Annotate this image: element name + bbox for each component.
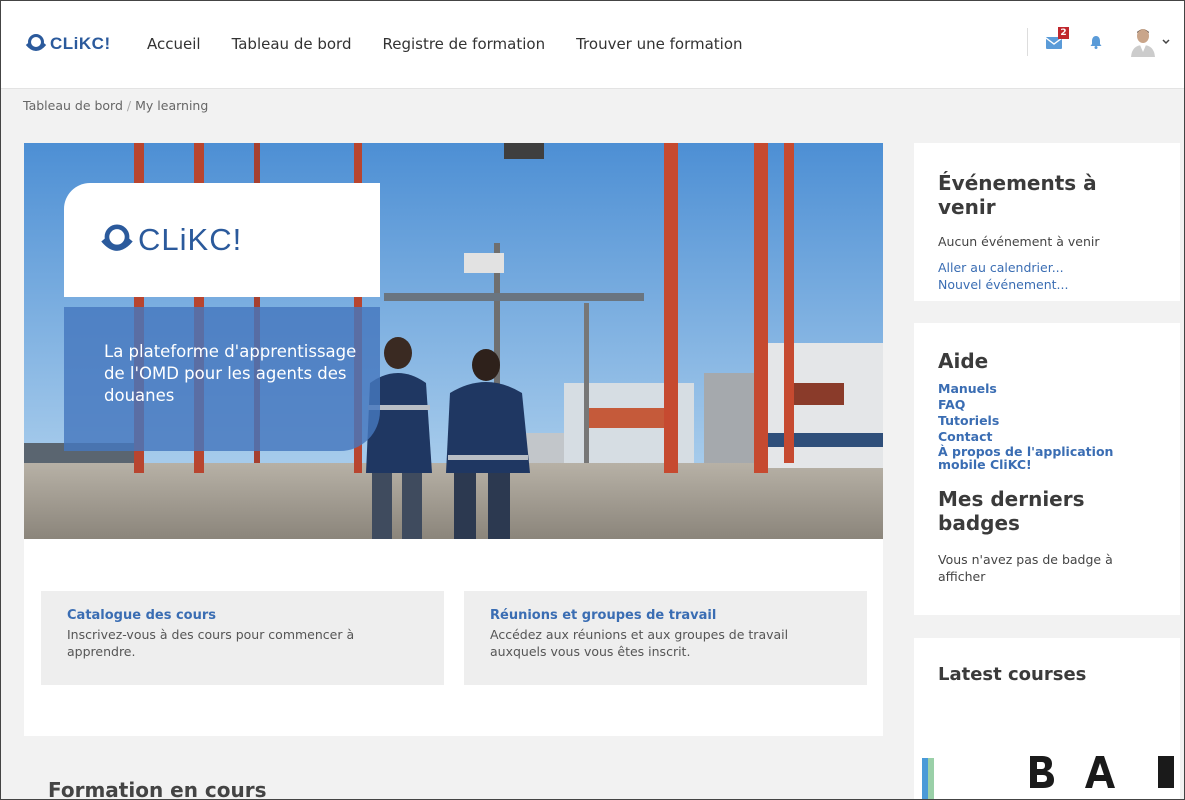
help-block: Aide Manuels FAQ Tutoriels Contact À pro… bbox=[914, 323, 1180, 615]
latest-course-thumbnail[interactable] bbox=[920, 738, 1174, 799]
help-link-manuals[interactable]: Manuels bbox=[938, 381, 1156, 397]
meetings-groups-title[interactable]: Réunions et groupes de travail bbox=[490, 608, 841, 623]
nav-divider bbox=[1027, 28, 1028, 56]
hero-logo-text: CLiKC! bbox=[138, 222, 243, 257]
hero-banner: CLiKC! La plateforme d'apprentissage de … bbox=[24, 143, 883, 539]
help-link-contact[interactable]: Contact bbox=[938, 429, 1156, 445]
course-catalog-card[interactable]: Catalogue des cours Inscrivez-vous à des… bbox=[41, 591, 444, 685]
nav-training-record[interactable]: Registre de formation bbox=[382, 35, 545, 53]
no-events-text: Aucun événement à venir bbox=[938, 234, 1100, 249]
avatar bbox=[1131, 29, 1155, 57]
nav-find-training[interactable]: Trouver une formation bbox=[576, 35, 742, 53]
help-link-tutorials[interactable]: Tutoriels bbox=[938, 413, 1156, 429]
meetings-groups-description: Accédez aux réunions et aux groupes de t… bbox=[490, 627, 789, 659]
user-menu[interactable] bbox=[1130, 27, 1170, 57]
course-thumbnail-image bbox=[920, 738, 1174, 799]
current-training-heading: Formation en cours bbox=[48, 778, 267, 800]
nav-actions: 2 bbox=[1027, 27, 1170, 57]
latest-badges-title: Mes derniers badges bbox=[938, 487, 1085, 535]
hero-tagline: La plateforme d'apprentissage de l'OMD p… bbox=[104, 342, 357, 405]
hero-tagline-panel: La plateforme d'apprentissage de l'OMD p… bbox=[64, 307, 380, 451]
nav-home[interactable]: Accueil bbox=[147, 35, 201, 53]
hero-logo-panel: CLiKC! bbox=[64, 183, 380, 297]
chevron-down-icon bbox=[1162, 39, 1170, 45]
messages-count-badge: 2 bbox=[1058, 27, 1069, 39]
top-navbar: CLiKC! Accueil Tableau de bord Registre … bbox=[1, 1, 1184, 89]
latest-courses-block: Latest courses bbox=[914, 638, 1180, 799]
main-content-card: CLiKC! La plateforme d'apprentissage de … bbox=[24, 143, 883, 736]
brand-logo[interactable]: CLiKC! bbox=[25, 31, 111, 57]
latest-courses-title: Latest courses bbox=[938, 664, 1087, 685]
page: CLiKC! Accueil Tableau de bord Registre … bbox=[0, 0, 1185, 800]
help-title: Aide bbox=[938, 349, 989, 373]
course-catalog-description: Inscrivez-vous à des cours pour commence… bbox=[67, 627, 355, 659]
no-badges-text: Vous n'avez pas de badge à afficher bbox=[938, 552, 1113, 584]
bell-icon bbox=[1090, 36, 1102, 49]
new-event-link[interactable]: Nouvel événement... bbox=[938, 276, 1156, 293]
meetings-groups-card[interactable]: Réunions et groupes de travail Accédez a… bbox=[464, 591, 867, 685]
breadcrumb: Tableau de bord / My learning bbox=[23, 98, 208, 113]
breadcrumb-current: My learning bbox=[135, 98, 209, 113]
help-link-mobile-app[interactable]: À propos de l'application mobile CliKC! bbox=[938, 445, 1156, 471]
help-link-faq[interactable]: FAQ bbox=[938, 397, 1156, 413]
upcoming-events-block: Événements à venir Aucun événement à ven… bbox=[914, 143, 1180, 301]
notifications-button[interactable] bbox=[1090, 34, 1104, 50]
brand-name: CLiKC! bbox=[50, 34, 111, 53]
clikc-logo-icon bbox=[101, 224, 133, 251]
upcoming-events-title: Événements à venir bbox=[938, 171, 1097, 219]
nav-dashboard[interactable]: Tableau de bord bbox=[232, 35, 352, 53]
messages-button[interactable]: 2 bbox=[1046, 27, 1069, 50]
calendar-link[interactable]: Aller au calendrier... bbox=[938, 259, 1156, 276]
breadcrumb-dashboard-link[interactable]: Tableau de bord bbox=[23, 98, 123, 113]
clikc-logo-icon bbox=[25, 34, 47, 51]
quick-links: Catalogue des cours Inscrivez-vous à des… bbox=[41, 591, 867, 685]
main-nav: Accueil Tableau de bord Registre de form… bbox=[147, 35, 774, 53]
breadcrumb-separator: / bbox=[126, 98, 132, 113]
course-catalog-title[interactable]: Catalogue des cours bbox=[67, 608, 418, 623]
